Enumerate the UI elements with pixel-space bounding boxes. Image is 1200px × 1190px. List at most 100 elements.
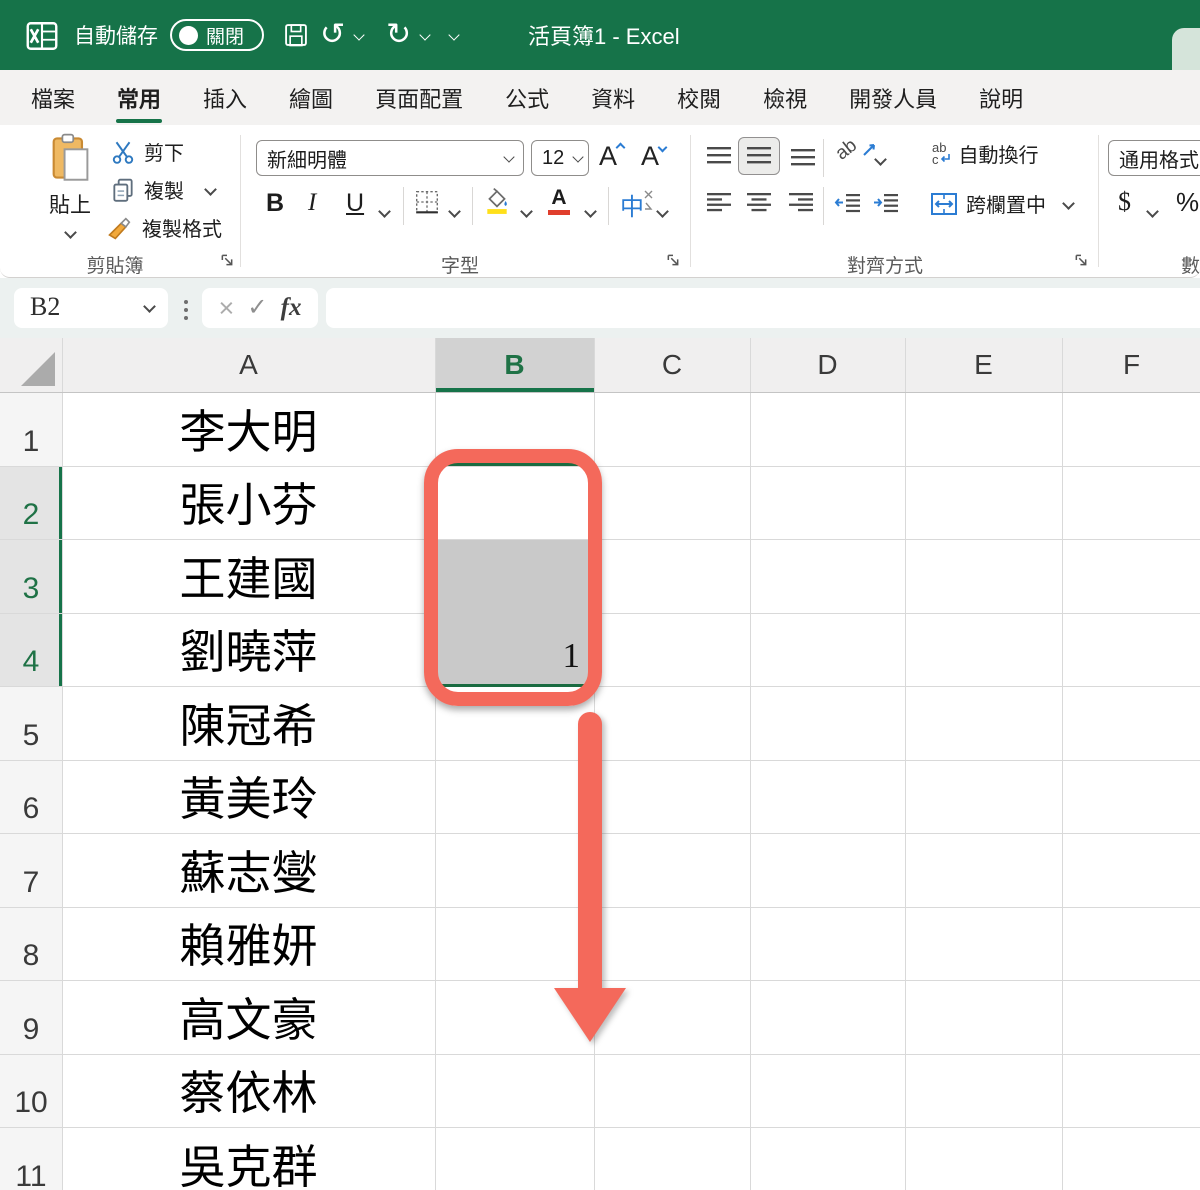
align-top-button[interactable]: [706, 145, 732, 169]
column-header-E[interactable]: E: [905, 338, 1062, 392]
tab-home[interactable]: 常用: [96, 70, 182, 125]
formula-input[interactable]: [326, 288, 1200, 328]
alignment-dialog-launcher[interactable]: [1074, 253, 1088, 267]
cut-button[interactable]: 剪下: [110, 137, 184, 166]
align-center-icon: [746, 191, 772, 215]
tab-view[interactable]: 檢視: [742, 70, 828, 125]
chevron-down-icon: [584, 205, 597, 218]
redo-menu-button[interactable]: [421, 0, 429, 70]
font-name-combobox[interactable]: 新細明體: [256, 140, 524, 176]
font-color-menu-button[interactable]: [586, 203, 595, 221]
currency-button[interactable]: $: [1118, 187, 1131, 217]
titlebar-right-button[interactable]: [1172, 28, 1200, 72]
phonetic-guide-button[interactable]: 中: [620, 187, 654, 222]
orientation-menu-button[interactable]: [876, 151, 885, 169]
underline-menu-button[interactable]: [380, 203, 389, 221]
cell-A10[interactable]: 蔡依林: [62, 1054, 435, 1128]
borders-button[interactable]: [414, 189, 440, 215]
align-middle-button[interactable]: [738, 137, 780, 175]
borders-menu-button[interactable]: [450, 203, 459, 221]
tab-review[interactable]: 校閱: [656, 70, 742, 125]
tab-help[interactable]: 說明: [958, 70, 1044, 125]
font-name-value: 新細明體: [267, 144, 347, 173]
cell-A5[interactable]: 陳冠希: [62, 686, 435, 760]
copy-button[interactable]: 複製: [110, 175, 215, 204]
font-dialog-launcher[interactable]: [666, 253, 680, 267]
row-header-4[interactable]: 4: [0, 613, 62, 687]
font-size-combobox[interactable]: 12: [531, 140, 589, 176]
align-left-button[interactable]: [706, 191, 732, 215]
select-all-corner[interactable]: [0, 338, 62, 392]
row-header-9[interactable]: 9: [0, 980, 62, 1054]
row-header-2[interactable]: 2: [0, 466, 62, 540]
cell-A3[interactable]: 王建國: [62, 539, 435, 613]
tab-formulas[interactable]: 公式: [484, 70, 570, 125]
align-center-button[interactable]: [746, 191, 772, 215]
name-box[interactable]: B2: [14, 288, 168, 328]
row-header-10[interactable]: 10: [0, 1054, 62, 1128]
format-painter-button[interactable]: 複製格式: [106, 213, 222, 242]
shrink-font-button[interactable]: A: [641, 141, 666, 172]
gridline-horizontal: [0, 466, 1200, 467]
align-bottom-button[interactable]: [790, 145, 816, 169]
tab-insert[interactable]: 插入: [182, 70, 268, 125]
increase-indent-button[interactable]: [872, 191, 900, 215]
cell-A8[interactable]: 賴雅妍: [62, 907, 435, 981]
tab-developer[interactable]: 開發人員: [828, 70, 958, 125]
row-header-3[interactable]: 3: [0, 539, 62, 613]
row-header-5[interactable]: 5: [0, 686, 62, 760]
fill-color-button[interactable]: [484, 187, 510, 215]
row-header-8[interactable]: 8: [0, 907, 62, 981]
row-header-11[interactable]: 11: [0, 1127, 62, 1190]
align-right-button[interactable]: [788, 191, 814, 215]
cell-A7[interactable]: 蘇志燮: [62, 833, 435, 907]
row-header-6[interactable]: 6: [0, 760, 62, 834]
undo-menu-button[interactable]: [355, 0, 363, 70]
number-format-combobox[interactable]: 通用格式: [1108, 140, 1200, 176]
paste-button[interactable]: 貼上: [30, 133, 110, 245]
column-header-F[interactable]: F: [1062, 338, 1200, 392]
underline-button[interactable]: U: [346, 189, 364, 218]
redo-button[interactable]: ↻: [386, 0, 411, 70]
percent-button[interactable]: %: [1176, 187, 1199, 218]
phonetic-menu-button[interactable]: [658, 203, 667, 221]
quick-access-customize-button[interactable]: [450, 0, 458, 70]
cell-A4[interactable]: 劉曉萍: [62, 613, 435, 687]
tab-draw[interactable]: 繪圖: [268, 70, 354, 125]
insert-function-button[interactable]: fx: [281, 294, 302, 322]
tab-page-layout[interactable]: 頁面配置: [354, 70, 484, 125]
cell-A9[interactable]: 高文豪: [62, 980, 435, 1054]
cell-A11[interactable]: 吳克群: [62, 1127, 435, 1190]
column-header-B[interactable]: B: [435, 338, 594, 392]
decrease-indent-button[interactable]: [834, 191, 862, 215]
cell-A6[interactable]: 黃美玲: [62, 760, 435, 834]
paste-clipboard-icon: [48, 133, 92, 183]
cell-A2[interactable]: 張小芬: [62, 466, 435, 540]
ribbon-tab-bar: 檔案 常用 插入 繪圖 頁面配置 公式 資料 校閱 檢視 開發人員 說明: [0, 70, 1200, 125]
cancel-button[interactable]: ×: [219, 295, 235, 322]
save-button[interactable]: [282, 0, 310, 70]
undo-button[interactable]: ↺: [320, 0, 345, 70]
row-header-1[interactable]: 1: [0, 392, 62, 466]
formula-bar-handle[interactable]: [184, 300, 188, 320]
tab-file[interactable]: 檔案: [10, 70, 96, 125]
clipboard-dialog-launcher[interactable]: [220, 253, 234, 267]
enter-button[interactable]: ✓: [247, 296, 267, 320]
orientation-button[interactable]: ab: [836, 139, 878, 161]
cell-A1[interactable]: 李大明: [62, 392, 435, 466]
column-header-A[interactable]: A: [62, 338, 435, 392]
column-header-D[interactable]: D: [750, 338, 905, 392]
font-color-button[interactable]: A: [548, 187, 570, 215]
fill-color-menu-button[interactable]: [522, 203, 531, 221]
autosave-toggle[interactable]: 關閉: [170, 19, 264, 51]
grow-font-button[interactable]: A: [599, 141, 624, 172]
row-header-7[interactable]: 7: [0, 833, 62, 907]
merge-center-button[interactable]: 跨欄置中: [930, 189, 1073, 218]
merge-center-icon: [930, 192, 958, 216]
currency-menu-button[interactable]: [1148, 203, 1157, 221]
column-header-C[interactable]: C: [594, 338, 750, 392]
tab-data[interactable]: 資料: [570, 70, 656, 125]
italic-button[interactable]: I: [308, 189, 316, 217]
bold-button[interactable]: B: [266, 189, 284, 218]
wrap-text-button[interactable]: ab c 自動換行: [932, 139, 1039, 168]
